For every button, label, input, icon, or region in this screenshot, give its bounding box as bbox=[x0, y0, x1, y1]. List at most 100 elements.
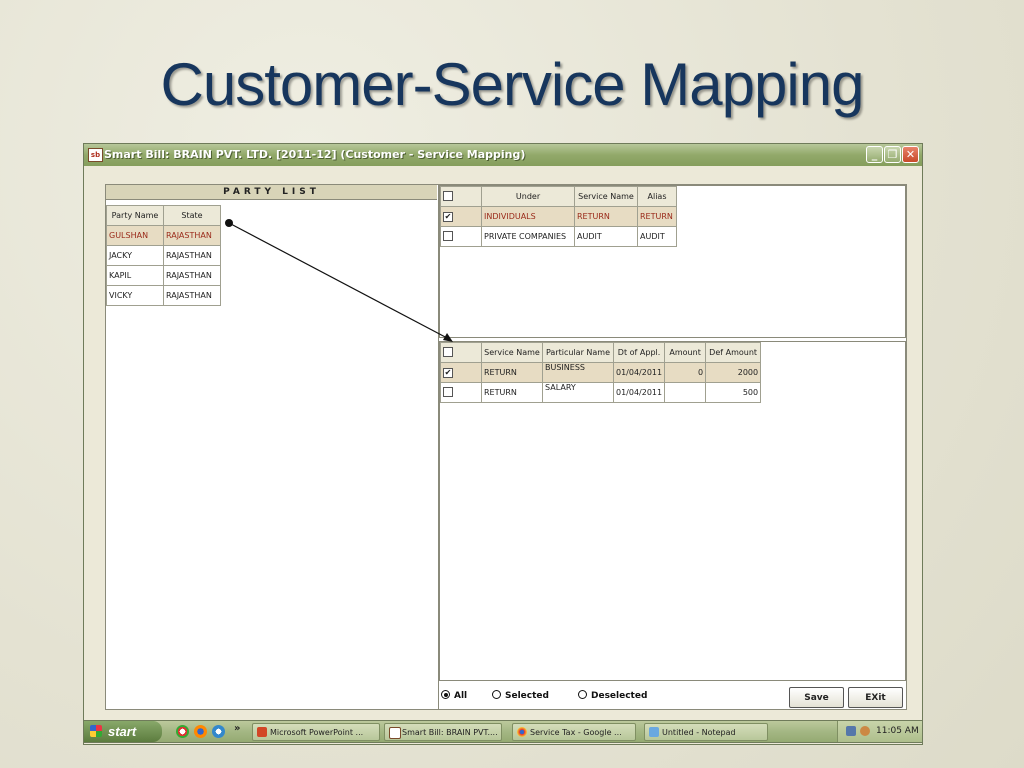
column-header-state[interactable]: State bbox=[163, 205, 221, 226]
filter-selected-label: Selected bbox=[505, 691, 549, 701]
start-button[interactable]: start bbox=[84, 721, 162, 742]
column-header-particular-name[interactable]: Particular Name bbox=[542, 342, 614, 363]
app-window: sb Smart Bill: BRAIN PVT. LTD. [2011-12]… bbox=[83, 143, 923, 745]
select-all-header[interactable] bbox=[440, 186, 482, 207]
taskbar-item-smart-bill[interactable]: Smart Bill: BRAIN PVT.... bbox=[384, 723, 502, 741]
column-header-under[interactable]: Under bbox=[481, 186, 575, 207]
taskbar-item-label: Service Tax - Google ... bbox=[530, 728, 622, 737]
user-status-icon[interactable] bbox=[860, 726, 870, 736]
amount-cell[interactable]: 0 bbox=[664, 362, 707, 383]
party-row[interactable]: KAPIL RAJASTHAN bbox=[106, 265, 221, 286]
service-row[interactable]: ✔ INDIVIDUALS RETURN RETURN bbox=[440, 206, 677, 227]
row-check-cell[interactable]: ✔ bbox=[440, 362, 482, 383]
service-name-cell[interactable]: AUDIT bbox=[574, 226, 638, 247]
network-icon[interactable] bbox=[846, 726, 856, 736]
exit-button[interactable]: EXit bbox=[848, 687, 903, 708]
party-row[interactable]: GULSHAN RAJASTHAN bbox=[106, 225, 221, 246]
service-table: Under Service Name Alias ✔ INDIVIDUALS R… bbox=[440, 186, 677, 247]
row-check-cell[interactable]: ✔ bbox=[440, 206, 482, 227]
column-header-party-name[interactable]: Party Name bbox=[106, 205, 164, 226]
party-name-cell[interactable]: JACKY bbox=[106, 245, 164, 266]
date-cell[interactable]: 01/04/2011 bbox=[612, 382, 666, 403]
under-cell[interactable]: PRIVATE COMPANIES bbox=[481, 226, 575, 247]
service-name-cell[interactable]: RETURN bbox=[481, 382, 543, 403]
filter-selected-radio[interactable]: Selected bbox=[492, 690, 549, 701]
select-all-header[interactable] bbox=[440, 342, 482, 363]
party-row[interactable]: VICKY RAJASTHAN bbox=[106, 285, 221, 306]
radio-on-icon bbox=[441, 690, 450, 699]
start-label: start bbox=[108, 724, 137, 739]
clock[interactable]: 11:05 AM bbox=[876, 721, 919, 742]
party-name-cell[interactable]: VICKY bbox=[106, 285, 164, 306]
column-header-def-amount[interactable]: Def Amount bbox=[705, 342, 762, 363]
amount-cell[interactable] bbox=[664, 382, 707, 403]
powerpoint-icon bbox=[257, 727, 267, 737]
column-header-date-of-application[interactable]: Dt of Appl. bbox=[612, 342, 666, 363]
window-title: Smart Bill: BRAIN PVT. LTD. [2011-12] (C… bbox=[104, 148, 526, 161]
particular-name-cell[interactable]: BUSINESS bbox=[542, 362, 614, 383]
select-all-checkbox[interactable] bbox=[443, 190, 453, 201]
particular-name-cell[interactable]: SALARY bbox=[542, 382, 614, 403]
alias-cell[interactable]: RETURN bbox=[637, 206, 677, 227]
filter-deselected-radio[interactable]: Deselected bbox=[578, 690, 647, 701]
minimize-button[interactable]: _ bbox=[866, 146, 883, 163]
party-row[interactable]: JACKY RAJASTHAN bbox=[106, 245, 221, 266]
window-titlebar[interactable]: sb Smart Bill: BRAIN PVT. LTD. [2011-12]… bbox=[84, 144, 922, 166]
taskbar-item-label: Smart Bill: BRAIN PVT.... bbox=[402, 728, 498, 737]
service-name-cell[interactable]: RETURN bbox=[574, 206, 638, 227]
firefox-icon[interactable] bbox=[194, 725, 207, 738]
date-cell[interactable]: 01/04/2011 bbox=[612, 362, 666, 383]
party-state-cell[interactable]: RAJASTHAN bbox=[163, 285, 221, 306]
row-check-cell[interactable] bbox=[440, 226, 482, 247]
taskbar-item-label: Microsoft PowerPoint ... bbox=[270, 728, 364, 737]
slide-title: Customer-Service Mapping bbox=[160, 51, 865, 118]
filter-deselected-label: Deselected bbox=[591, 691, 648, 701]
column-header-amount[interactable]: Amount bbox=[664, 342, 707, 363]
restore-button[interactable]: ❐ bbox=[884, 146, 901, 163]
taskbar: start » Microsoft PowerPoint ... Smart B… bbox=[83, 720, 923, 743]
save-button[interactable]: Save bbox=[789, 687, 844, 708]
windows-flag-icon bbox=[90, 725, 102, 737]
party-table: Party Name State GULSHAN RAJASTHAN JACKY… bbox=[106, 205, 221, 306]
column-header-alias[interactable]: Alias bbox=[637, 186, 677, 207]
under-cell[interactable]: INDIVIDUALS bbox=[481, 206, 575, 227]
more-chevron-icon[interactable]: » bbox=[234, 723, 240, 734]
taskbar-item-notepad[interactable]: Untitled - Notepad bbox=[644, 723, 768, 741]
party-name-cell[interactable]: GULSHAN bbox=[106, 225, 164, 246]
radio-off-icon bbox=[492, 690, 501, 699]
party-name-cell[interactable]: KAPIL bbox=[106, 265, 164, 286]
party-list-panel: PARTY LIST Party Name State GULSHAN RAJA… bbox=[106, 185, 439, 709]
chrome-icon[interactable] bbox=[176, 725, 189, 738]
def-amount-cell[interactable]: 2000 bbox=[705, 362, 762, 383]
particulars-table: Service Name Particular Name Dt of Appl.… bbox=[440, 342, 762, 403]
filter-all-radio[interactable]: All bbox=[441, 690, 467, 701]
notepad-icon bbox=[649, 727, 659, 737]
close-button[interactable]: ✕ bbox=[902, 146, 919, 163]
radio-off-icon bbox=[578, 690, 587, 699]
row-checkbox[interactable]: ✔ bbox=[443, 211, 453, 222]
column-header-service-name[interactable]: Service Name bbox=[574, 186, 638, 207]
particular-row[interactable]: RETURN SALARY 01/04/2011 500 bbox=[440, 382, 762, 403]
taskbar-item-label: Untitled - Notepad bbox=[662, 728, 736, 737]
row-checkbox[interactable] bbox=[443, 230, 453, 241]
column-header-service-name[interactable]: Service Name bbox=[481, 342, 543, 363]
def-amount-cell[interactable]: 500 bbox=[705, 382, 762, 403]
service-grid-panel: Under Service Name Alias ✔ INDIVIDUALS R… bbox=[439, 185, 906, 338]
select-all-checkbox[interactable] bbox=[443, 346, 453, 357]
party-state-cell[interactable]: RAJASTHAN bbox=[163, 265, 221, 286]
party-state-cell[interactable]: RAJASTHAN bbox=[163, 245, 221, 266]
party-list-header: PARTY LIST bbox=[106, 185, 437, 200]
alias-cell[interactable]: AUDIT bbox=[637, 226, 677, 247]
row-check-cell[interactable] bbox=[440, 382, 482, 403]
particular-row[interactable]: ✔ RETURN BUSINESS 01/04/2011 0 2000 bbox=[440, 362, 762, 383]
row-checkbox[interactable]: ✔ bbox=[443, 367, 453, 378]
service-name-cell[interactable]: RETURN bbox=[481, 362, 543, 383]
taskbar-item-powerpoint[interactable]: Microsoft PowerPoint ... bbox=[252, 723, 380, 741]
smart-bill-icon bbox=[389, 727, 401, 739]
internet-explorer-icon[interactable] bbox=[212, 725, 225, 738]
service-row[interactable]: PRIVATE COMPANIES AUDIT AUDIT bbox=[440, 226, 677, 247]
party-state-cell[interactable]: RAJASTHAN bbox=[163, 225, 221, 246]
particulars-grid-panel: Service Name Particular Name Dt of Appl.… bbox=[439, 341, 906, 681]
taskbar-item-chrome[interactable]: Service Tax - Google ... bbox=[512, 723, 636, 741]
row-checkbox[interactable] bbox=[443, 386, 453, 397]
